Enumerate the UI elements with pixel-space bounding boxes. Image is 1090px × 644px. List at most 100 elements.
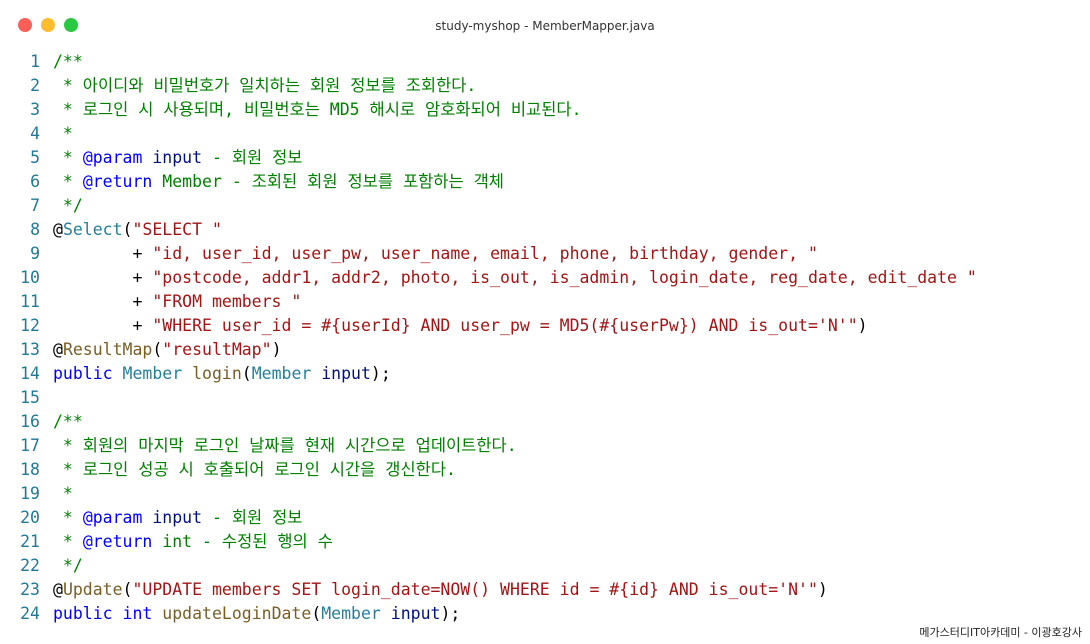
line-number: 7 <box>30 196 40 215</box>
line-number: 5 <box>30 148 40 167</box>
code-text: */ <box>53 194 83 218</box>
window-title: study-myshop - MemberMapper.java <box>435 19 655 33</box>
code-text: public int updateLoginDate(Member input)… <box>53 602 460 626</box>
code-token: + <box>53 292 153 311</box>
code-token: Member - 조회된 회원 정보를 포함하는 객체 <box>152 172 504 191</box>
line-number: 8 <box>30 220 40 239</box>
line-number: 2 <box>30 76 40 95</box>
code-token: * 아이디와 비밀번호가 일치하는 회원 정보를 조회한다. <box>53 76 477 95</box>
code-token: @ <box>53 580 63 599</box>
code-token: ( <box>122 580 133 599</box>
code-line: 14 public Member login(Member input); <box>0 362 1090 386</box>
code-line: 19 * <box>0 482 1090 506</box>
code-text: /** <box>53 50 83 74</box>
code-token: * 회원의 마지막 로그인 날짜를 현재 시간으로 업데이트한다. <box>53 436 517 455</box>
code-text: @ResultMap("resultMap") <box>53 338 282 362</box>
code-token: - 회원 정보 <box>202 148 303 167</box>
code-token: "resultMap" <box>162 340 272 359</box>
code-token: ( <box>122 220 133 239</box>
code-token: ( <box>241 364 252 383</box>
line-number: 4 <box>30 124 40 143</box>
title-bar: study-myshop - MemberMapper.java <box>0 0 1090 48</box>
code-line: 13 @ResultMap("resultMap") <box>0 338 1090 362</box>
line-number: 14 <box>20 364 40 383</box>
code-token: input <box>152 148 203 167</box>
code-token: "SELECT " <box>132 220 222 239</box>
line-number: 22 <box>20 556 40 575</box>
code-line: 23 @Update("UPDATE members SET login_date… <box>0 578 1090 602</box>
code-line: 4 * <box>0 122 1090 146</box>
code-token: ); <box>370 364 391 383</box>
code-token: @return <box>82 532 153 551</box>
code-line: 24 public int updateLoginDate(Member inpu… <box>0 602 1090 626</box>
code-token: ); <box>440 604 461 623</box>
code-line: 3 * 로그인 시 사용되며, 비밀번호는 MD5 해시로 암호화되어 비교된다… <box>0 98 1090 122</box>
code-editor[interactable]: 1/** 2 * 아이디와 비밀번호가 일치하는 회원 정보를 조회한다. 3 * … <box>0 50 1090 626</box>
code-token: * 로그인 성공 시 호출되어 로그인 시간을 갱신한다. <box>53 460 456 479</box>
code-text: @Update("UPDATE members SET login_date=N… <box>53 578 828 602</box>
code-token: "id, user_id, user_pw, user_name, email,… <box>152 244 818 263</box>
code-token: * <box>53 172 83 191</box>
line-number: 16 <box>20 412 40 431</box>
code-token: updateLoginDate <box>162 604 312 623</box>
code-text: /** <box>53 410 83 434</box>
code-text: * 아이디와 비밀번호가 일치하는 회원 정보를 조회한다. <box>53 74 476 98</box>
line-number: 9 <box>30 244 40 263</box>
code-token: input <box>152 508 203 527</box>
line-number: 6 <box>30 172 40 191</box>
code-token: * <box>53 484 73 503</box>
code-line: 6 * @return Member - 조회된 회원 정보를 포함하는 객체 <box>0 170 1090 194</box>
line-number: 3 <box>30 100 40 119</box>
code-text: * @return Member - 조회된 회원 정보를 포함하는 객체 <box>53 170 504 194</box>
code-token: "WHERE user_id = #{userId} AND user_pw =… <box>152 316 858 335</box>
code-token: @ <box>53 220 63 239</box>
code-token: ResultMap <box>62 340 153 359</box>
code-token: int - 수정된 행의 수 <box>152 532 333 551</box>
line-number: 19 <box>20 484 40 503</box>
code-token: "FROM members " <box>152 292 302 311</box>
line-number: 18 <box>20 460 40 479</box>
line-number: 20 <box>20 508 40 527</box>
code-token: ( <box>152 340 163 359</box>
code-text: */ <box>53 554 83 578</box>
code-token: @return <box>82 172 153 191</box>
code-text: * @param input - 회원 정보 <box>53 506 303 530</box>
code-text: @Select("SELECT " <box>53 218 222 242</box>
code-token: "UPDATE members SET login_date=NOW() WHE… <box>132 580 818 599</box>
line-number: 1 <box>30 52 40 71</box>
code-line: 10 + "postcode, addr1, addr2, photo, is_… <box>0 266 1090 290</box>
code-token: "postcode, addr1, addr2, photo, is_out, … <box>152 268 977 287</box>
code-token: ) <box>271 340 282 359</box>
code-token: Update <box>62 580 123 599</box>
code-line: 7 */ <box>0 194 1090 218</box>
footer-credit: 메가스터디IT아카데미 - 이광호강사 <box>919 626 1082 639</box>
code-token: input <box>390 604 441 623</box>
code-line: 1 /** <box>0 50 1090 74</box>
line-number: 24 <box>20 604 40 623</box>
code-token: * <box>53 148 83 167</box>
code-line: 20 * @param input - 회원 정보 <box>0 506 1090 530</box>
code-text: * 로그인 시 사용되며, 비밀번호는 MD5 해시로 암호화되어 비교된다. <box>53 98 582 122</box>
code-line: 17 * 회원의 마지막 로그인 날짜를 현재 시간으로 업데이트한다. <box>0 434 1090 458</box>
code-token: @param <box>82 508 143 527</box>
code-token: * <box>53 508 83 527</box>
code-token: + <box>53 244 153 263</box>
code-token: + <box>53 268 153 287</box>
code-line: 16 /** <box>0 410 1090 434</box>
code-text: + "id, user_id, user_pw, user_name, emai… <box>53 242 818 266</box>
code-token: */ <box>53 196 83 215</box>
code-line: 18 * 로그인 성공 시 호출되어 로그인 시간을 갱신한다. <box>0 458 1090 482</box>
code-token: public <box>53 604 113 623</box>
code-line: 8 @Select("SELECT " <box>0 218 1090 242</box>
line-number: 21 <box>20 532 40 551</box>
code-token: login <box>192 364 242 383</box>
line-number: 15 <box>20 388 40 407</box>
code-line: 2 * 아이디와 비밀번호가 일치하는 회원 정보를 조회한다. <box>0 74 1090 98</box>
code-text: * <box>53 122 73 146</box>
code-token: Select <box>62 220 123 239</box>
